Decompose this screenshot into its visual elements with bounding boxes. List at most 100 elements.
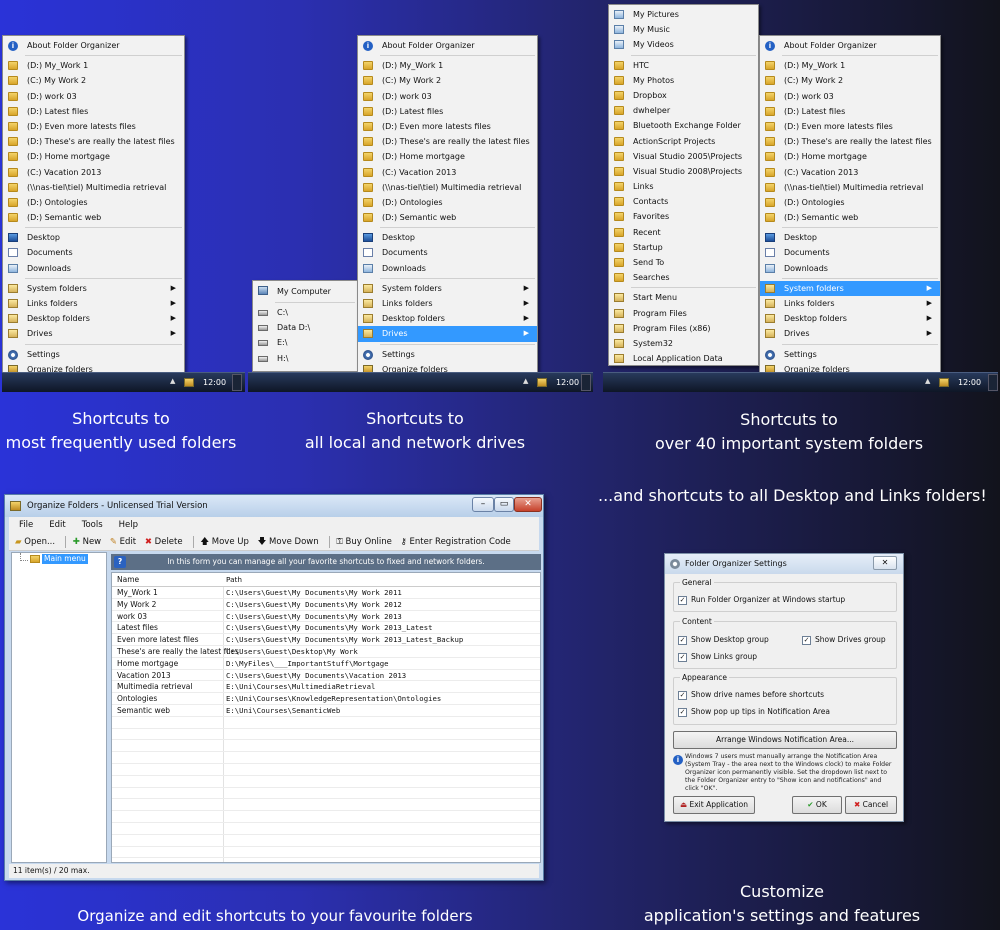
downloads-menu-item[interactable]: Downloads bbox=[3, 261, 184, 276]
buy-online-button[interactable]: ⚿ Buy Online bbox=[336, 533, 392, 551]
downloads-menu-item[interactable]: Downloads bbox=[760, 261, 940, 276]
table-row[interactable]: Ontologies E:\Uni\Courses\KnowledgeRepres… bbox=[112, 693, 540, 705]
folder-menu-item[interactable]: (D:) Even more latests files bbox=[358, 119, 537, 134]
folder-menu-item[interactable]: (D:) Semantic web bbox=[760, 210, 940, 225]
drives-submenu[interactable]: Drives ▶ bbox=[358, 326, 537, 342]
folder-menu-item[interactable]: (D:) Ontologies bbox=[760, 195, 940, 210]
table-row[interactable]: These's are really the latest files C:\Us… bbox=[112, 646, 540, 658]
my-computer-item[interactable]: My Computer bbox=[253, 283, 357, 300]
minimize-button[interactable]: – bbox=[472, 497, 494, 512]
system-folders-submenu[interactable]: System folders ▶ bbox=[760, 280, 940, 296]
table-row[interactable]: Home mortgage D:\MyFiles\___ImportantStuf… bbox=[112, 658, 540, 670]
links-folders-submenu[interactable]: Links folders ▶ bbox=[760, 296, 940, 311]
settings-menu-item[interactable]: Settings bbox=[3, 347, 184, 362]
folder-menu-item[interactable]: Program Files (x86) bbox=[609, 321, 758, 336]
enter-registration-button[interactable]: ⚷ Enter Registration Code bbox=[401, 533, 511, 551]
folder-menu-item[interactable]: (D:) Home mortgage bbox=[358, 149, 537, 164]
show-desktop-group-checkbox[interactable]: ✓ Show Desktop group bbox=[678, 635, 769, 645]
window-title-bar[interactable]: Organize Folders - Unlicensed Trial Vers… bbox=[5, 495, 543, 517]
folder-menu-item[interactable]: (C:) My Work 2 bbox=[760, 73, 940, 88]
tray-expand-icon[interactable]: ▲ bbox=[170, 377, 175, 385]
desktop-menu-item[interactable]: Desktop bbox=[358, 230, 537, 245]
about-menu-item[interactable]: i About Folder Organizer bbox=[358, 38, 537, 53]
maximize-button[interactable]: ▭ bbox=[494, 497, 514, 512]
folder-menu-item[interactable]: (D:) Semantic web bbox=[3, 210, 184, 225]
drive-item[interactable]: Data D:\ bbox=[253, 320, 357, 335]
downloads-menu-item[interactable]: Downloads bbox=[358, 261, 537, 276]
folder-menu-item[interactable]: (D:) Latest files bbox=[3, 104, 184, 119]
folder-menu-item[interactable]: Contacts bbox=[609, 194, 758, 209]
folder-menu-item[interactable]: (D:) Latest files bbox=[358, 104, 537, 119]
documents-menu-item[interactable]: Documents bbox=[3, 245, 184, 260]
folder-menu-item[interactable]: (D:) These's are really the latest files bbox=[358, 134, 537, 149]
table-row[interactable]: Even more latest files C:\Users\Guest\My … bbox=[112, 634, 540, 646]
menu-help[interactable]: Help bbox=[119, 520, 138, 530]
show-desktop-button[interactable] bbox=[581, 374, 591, 391]
menu-edit[interactable]: Edit bbox=[49, 520, 65, 530]
move-up-button[interactable]: 🡅 Move Up bbox=[200, 533, 249, 551]
ok-button[interactable]: ✔ OK bbox=[792, 796, 842, 814]
about-menu-item[interactable]: i About Folder Organizer bbox=[760, 38, 940, 53]
column-header-path[interactable]: Path bbox=[226, 573, 242, 587]
table-row[interactable]: Latest files C:\Users\Guest\My Documents\… bbox=[112, 622, 540, 635]
dialog-close-button[interactable]: ✕ bbox=[873, 556, 897, 570]
folder-menu-item[interactable]: (C:) Vacation 2013 bbox=[3, 165, 184, 180]
folder-menu-item[interactable]: Dropbox bbox=[609, 88, 758, 103]
folder-menu-item[interactable]: Searches bbox=[609, 270, 758, 285]
table-row[interactable]: Vacation 2013 C:\Users\Guest\My Documents… bbox=[112, 670, 540, 682]
menu-file[interactable]: File bbox=[19, 520, 33, 530]
folder-menu-item[interactable]: Start Menu bbox=[609, 290, 758, 305]
show-popup-tips-checkbox[interactable]: ✓ Show pop up tips in Notification Area bbox=[678, 707, 830, 717]
folder-menu-item[interactable]: My Pictures bbox=[609, 7, 758, 22]
column-header-name[interactable]: Name bbox=[117, 573, 139, 587]
tray-expand-icon[interactable]: ▲ bbox=[523, 377, 528, 385]
system-folders-submenu[interactable]: System folders ▶ bbox=[3, 281, 184, 296]
table-row[interactable]: Multimedia retrieval E:\Uni\Courses\Multi… bbox=[112, 681, 540, 694]
tree-node-main-menu[interactable]: Main menu bbox=[42, 554, 88, 564]
folder-menu-item[interactable]: ActionScript Projects bbox=[609, 134, 758, 149]
folder-menu-item[interactable]: Bluetooth Exchange Folder bbox=[609, 118, 758, 133]
folder-menu-item[interactable]: Send To bbox=[609, 255, 758, 270]
table-row[interactable]: Semantic web E:\Uni\Courses\SemanticWeb bbox=[112, 705, 540, 717]
desktop-menu-item[interactable]: Desktop bbox=[760, 230, 940, 245]
folder-menu-item[interactable]: (D:) Ontologies bbox=[358, 195, 537, 210]
folder-menu-item[interactable]: Favorites bbox=[609, 209, 758, 224]
folder-menu-item[interactable]: (D:) Home mortgage bbox=[3, 149, 184, 164]
cancel-button[interactable]: ✖ Cancel bbox=[845, 796, 897, 814]
drives-submenu[interactable]: Drives ▶ bbox=[3, 326, 184, 341]
folder-organizer-tray-icon[interactable] bbox=[184, 378, 194, 387]
folder-menu-item[interactable]: (C:) My Work 2 bbox=[3, 73, 184, 88]
folder-menu-item[interactable]: (\\nas-tiel\tiel) Multimedia retrieval bbox=[3, 180, 184, 195]
drives-submenu[interactable]: Drives ▶ bbox=[760, 326, 940, 341]
dialog-title-bar[interactable]: Folder Organizer Settings ✕ bbox=[665, 554, 903, 574]
documents-menu-item[interactable]: Documents bbox=[760, 245, 940, 260]
folder-organizer-tray-icon[interactable] bbox=[537, 378, 547, 387]
folder-menu-item[interactable]: HTC bbox=[609, 58, 758, 73]
folder-menu-item[interactable]: dwhelper bbox=[609, 103, 758, 118]
folder-menu-item[interactable]: (D:) Even more latests files bbox=[760, 119, 940, 134]
folder-menu-item[interactable]: Recent bbox=[609, 225, 758, 240]
show-links-group-checkbox[interactable]: ✓ Show Links group bbox=[678, 652, 757, 662]
run-at-startup-checkbox[interactable]: ✓ Run Folder Organizer at Windows startup bbox=[678, 595, 845, 605]
folder-menu-item[interactable]: (D:) work 03 bbox=[760, 89, 940, 104]
folder-menu-item[interactable]: Visual Studio 2005\Projects bbox=[609, 149, 758, 164]
desktop-folders-submenu[interactable]: Desktop folders ▶ bbox=[3, 311, 184, 326]
show-drives-group-checkbox[interactable]: ✓ Show Drives group bbox=[802, 635, 886, 645]
desktop-folders-submenu[interactable]: Desktop folders ▶ bbox=[760, 311, 940, 326]
show-desktop-button[interactable] bbox=[232, 374, 242, 391]
drive-item[interactable]: E:\ bbox=[253, 335, 357, 350]
folder-menu-item[interactable]: System32 bbox=[609, 336, 758, 351]
close-button[interactable]: ✕ bbox=[514, 497, 542, 512]
folder-menu-item[interactable]: (D:) work 03 bbox=[3, 89, 184, 104]
drive-item[interactable]: C:\ bbox=[253, 305, 357, 320]
folder-menu-item[interactable]: (\\nas-tiel\tiel) Multimedia retrieval bbox=[760, 180, 940, 195]
arrange-notification-area-button[interactable]: Arrange Windows Notification Area... bbox=[673, 731, 897, 749]
links-folders-submenu[interactable]: Links folders ▶ bbox=[358, 296, 537, 311]
show-desktop-button[interactable] bbox=[988, 374, 998, 391]
desktop-menu-item[interactable]: Desktop bbox=[3, 230, 184, 245]
folder-menu-item[interactable]: (C:) Vacation 2013 bbox=[358, 165, 537, 180]
folder-menu-item[interactable]: (C:) My Work 2 bbox=[358, 73, 537, 88]
folder-menu-item[interactable]: (D:) Latest files bbox=[760, 104, 940, 119]
folder-menu-item[interactable]: Local Application Data bbox=[609, 351, 758, 366]
folder-menu-item[interactable]: My Music bbox=[609, 22, 758, 37]
